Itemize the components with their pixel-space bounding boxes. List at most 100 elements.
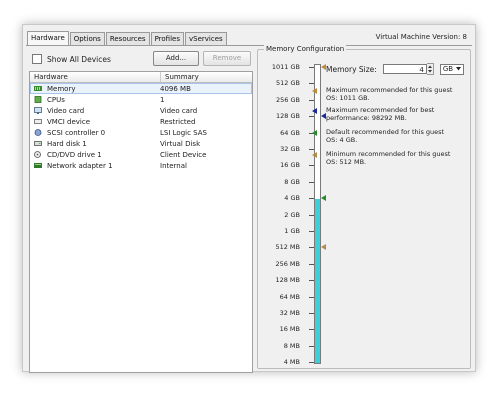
scale-tick-label: 1 GB [284,227,300,235]
hardware-name: Video card [47,106,85,115]
tab-hardware[interactable]: Hardware [27,31,69,45]
hardware-cell: CPUs [30,96,156,104]
hard-disk-icon [34,140,42,147]
spinner-arrows-icon [427,65,432,73]
scale-tick-label: 128 GB [276,112,300,121]
recommendation-marker [321,244,326,251]
hardware-name: Memory [47,84,76,93]
memory-configuration-panel: Memory Configuration 1011 GB 512 GB 256 GB… [257,45,471,369]
summary-cell: 1 [160,95,165,104]
scale-tick-label: 4 MB [283,358,300,367]
summary-cell: Internal [160,161,187,170]
scale-tick-label: 16 MB [279,325,300,334]
legend-marker-icon [312,88,317,94]
memory-size-label: Memory Size: [326,64,377,74]
hardware-name: Network adapter 1 [47,161,113,170]
hardware-cell: Hard disk 1 [30,140,156,148]
hardware-table: Hardware Summary Memory 4096 MB CPUs 1 Video… [29,71,253,373]
legend-marker-icon [312,108,317,114]
table-row[interactable]: Network adapter 1 Internal [30,160,252,171]
scale-tick-label: 4 GB [284,194,300,203]
memory-unit-select[interactable]: GB [439,63,464,75]
tab-vservices[interactable]: vServices [184,32,227,45]
memory-configuration-group: Memory Configuration 1011 GB 512 GB 256 GB… [257,45,471,369]
summary-cell: Client Device [160,150,207,159]
scale-tick-label: 2 GB [284,210,300,219]
chevron-down-icon [455,67,461,71]
hardware-cell: CD/DVD drive 1 [30,151,156,159]
hardware-name: VMCI device [47,117,90,126]
scale-tick-label: 1011 GB [271,63,300,71]
column-header-hardware[interactable]: Hardware [30,72,161,82]
recommendation-legend-item: Default recommended for this guest OS: 4… [312,128,456,144]
memory-level-fill [315,199,320,363]
hardware-name: CD/DVD drive 1 [47,150,102,159]
remove-button[interactable]: Remove [203,51,251,66]
column-header-summary[interactable]: Summary [161,72,199,82]
hardware-cell: SCSI controller 0 [30,129,156,137]
checkbox-box[interactable] [32,54,42,64]
legend-text: Default recommended for this guest OS: 4… [326,128,445,144]
vm-version-label: Virtual Machine Version: 8 [375,33,467,41]
summary-cell: Restricted [160,117,196,126]
table-row[interactable]: Video card Video card [30,105,252,116]
hardware-name: CPUs [47,95,65,104]
scale-tick-label: 32 GB [280,145,300,153]
recommendation-legend-item: Maximum recommended for best performance… [312,106,456,122]
table-row[interactable]: SCSI controller 0 LSI Logic SAS [30,127,252,138]
add-button[interactable]: Add... [153,51,199,66]
scale-tick-label: 16 GB [280,161,300,170]
scsi-icon [34,129,42,136]
scale-tick-label: 128 MB [275,276,300,285]
scale-tick-label: 64 GB [280,128,300,137]
tab-profiles[interactable]: Profiles [150,32,184,45]
vm-properties-window: Hardware Options Resources Profiles vService… [22,24,476,373]
hardware-name: SCSI controller 0 [47,128,106,137]
network-adapter-icon [34,162,42,169]
legend-text: Minimum recommended for this guest OS: 5… [326,150,451,166]
legend-marker-icon [312,130,317,136]
hardware-cell: VMCI device [30,118,156,126]
scale-tick-label: 512 MB [275,243,300,252]
tab-bar: Hardware Options Resources Profiles vService… [27,31,228,45]
memory-size-spinner[interactable] [426,63,434,75]
memory-size-control: Memory Size: 4 GB [326,63,464,75]
scale-tick-label: 8 MB [283,341,300,350]
summary-cell: 4096 MB [160,84,191,93]
scale-tick-label: 8 GB [284,177,300,186]
group-title: Memory Configuration [264,45,347,53]
scale-tick-label: 512 GB [276,79,300,88]
recommendation-marker [321,195,326,202]
scale-tick-label: 256 MB [275,259,300,268]
recommendation-legend-item: Maximum recommended for this guest OS: 1… [312,86,456,102]
table-row[interactable]: Hard disk 1 Virtual Disk [30,138,252,149]
table-body: Memory 4096 MB CPUs 1 Video card Video card VM… [30,83,252,171]
summary-cell: Virtual Disk [160,139,201,148]
table-row[interactable]: CD/DVD drive 1 Client Device [30,149,252,160]
scale-tick-label: 64 MB [279,292,300,301]
show-all-devices-checkbox[interactable]: Show All Devices [32,54,111,64]
hardware-cell: Video card [30,107,156,115]
table-row[interactable]: VMCI device Restricted [30,116,252,127]
table-row[interactable]: Memory 4096 MB [30,83,252,94]
legend-text: Maximum recommended for best performance… [326,106,435,122]
summary-cell: Video card [160,106,198,115]
video-card-icon [34,107,42,114]
show-all-devices-label: Show All Devices [47,54,111,64]
hardware-cell: Network adapter 1 [30,162,156,170]
memory-size-input[interactable]: 4 [382,64,427,74]
table-row[interactable]: CPUs 1 [30,94,252,105]
scale-tick-label: 256 GB [276,95,300,104]
legend-text: Maximum recommended for this guest OS: 1… [326,86,453,102]
hardware-name: Hard disk 1 [47,139,87,148]
memory-icon [34,85,42,92]
cd-dvd-icon [34,151,42,158]
recommendation-legend-item: Minimum recommended for this guest OS: 5… [312,150,456,166]
tab-options[interactable]: Options [69,32,105,45]
cpu-icon [34,96,42,103]
tab-divider [26,45,472,46]
tab-resources[interactable]: Resources [105,32,150,45]
table-header: Hardware Summary [30,72,252,83]
memory-unit-value: GB [442,65,454,73]
scale-tick-label: 32 MB [279,309,300,317]
